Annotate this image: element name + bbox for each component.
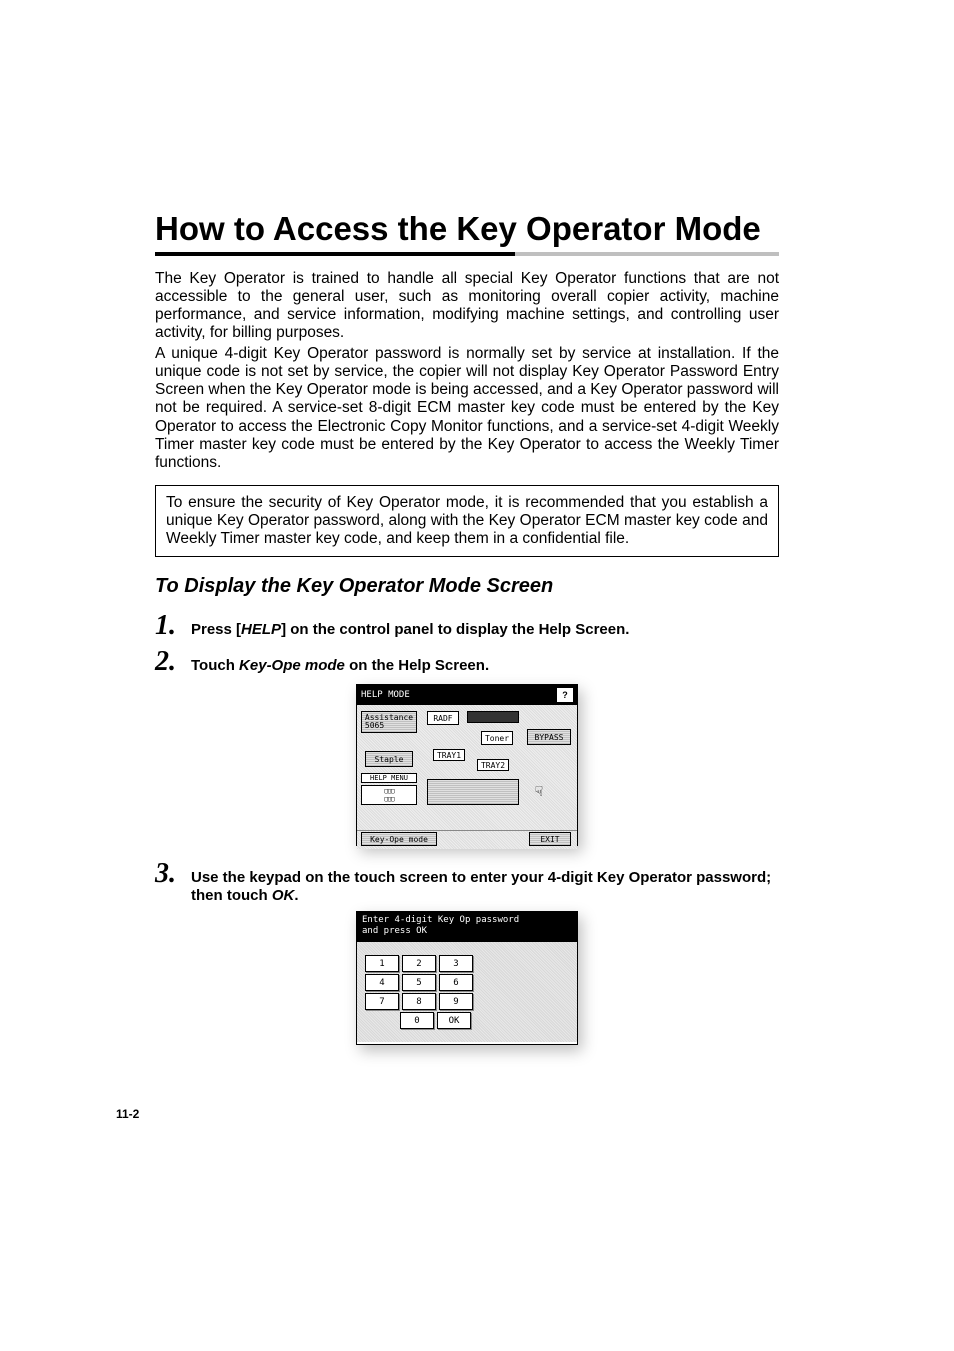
step-2: 2. Touch Key-Ope mode on the Help Screen… [155, 646, 779, 678]
help-mode-screenshot: HELP MODE ? Assistance 5065 RADF Toner B… [356, 684, 578, 846]
title-underline [155, 252, 779, 256]
step-1-text: Press [HELP] on the control panel to dis… [191, 621, 779, 639]
help-menu-icon[interactable]: ▢▢▢▢▢▢ [361, 785, 417, 805]
step-3-post: . [294, 887, 298, 904]
step-1-number: 1. [155, 610, 183, 642]
figure-help-mode-screen: HELP MODE ? Assistance 5065 RADF Toner B… [155, 684, 779, 846]
keypad-8[interactable]: 8 [402, 993, 436, 1010]
step-3-keyword: OK [272, 887, 295, 904]
copier-graphic-top [467, 711, 519, 723]
bypass-button[interactable]: BYPASS [527, 729, 571, 745]
keypad-2[interactable]: 2 [402, 955, 436, 972]
paragraph-intro-1: The Key Operator is trained to handle al… [155, 270, 779, 343]
keypad-5[interactable]: 5 [402, 974, 436, 991]
keypad-6[interactable]: 6 [439, 974, 473, 991]
keypad-7[interactable]: 7 [365, 993, 399, 1010]
radf-button[interactable]: RADF [427, 711, 459, 725]
step-2-text: Touch Key-Ope mode on the Help Screen. [191, 657, 779, 675]
question-icon: ? [557, 688, 573, 702]
step-3-number: 3. [155, 858, 183, 890]
keypad-0[interactable]: 0 [400, 1012, 434, 1029]
password-screen-header: Enter 4-digit Key Op password and press … [357, 912, 577, 942]
step-1-post: ] on the control panel to display the He… [281, 621, 629, 638]
help-mode-header: HELP MODE ? [357, 685, 577, 705]
hand-icon: ☟ [529, 781, 549, 803]
step-2-pre: Touch [191, 657, 239, 674]
security-note-text: To ensure the security of Key Operator m… [166, 494, 768, 549]
exit-button[interactable]: EXIT [529, 832, 571, 846]
paragraph-intro-2: A unique 4-digit Key Operator password i… [155, 345, 779, 473]
step-3-text: Use the keypad on the touch screen to en… [191, 869, 779, 905]
tray2-button[interactable]: TRAY2 [477, 759, 509, 771]
step-2-keyword: Key-Ope mode [239, 657, 345, 674]
help-menu-label: HELP MENU [361, 773, 417, 783]
keypad-icon: ▢▢▢▢▢▢ [384, 787, 394, 803]
step-2-post: on the Help Screen. [345, 657, 489, 674]
step-3: 3. Use the keypad on the touch screen to… [155, 858, 779, 905]
key-ope-mode-button[interactable]: Key-Ope mode [361, 832, 437, 846]
page-title: How to Access the Key Operator Mode [155, 210, 779, 248]
figure-password-screen: Enter 4-digit Key Op password and press … [155, 911, 779, 1045]
step-1: 1. Press [HELP] on the control panel to … [155, 610, 779, 642]
keypad-9[interactable]: 9 [439, 993, 473, 1010]
assistance-button[interactable]: Assistance 5065 [361, 711, 417, 733]
section-subtitle: To Display the Key Operator Mode Screen [155, 575, 779, 598]
copier-body-graphic [427, 779, 519, 805]
step-1-keyword: HELP [241, 621, 281, 638]
toner-button[interactable]: Toner [481, 731, 513, 745]
password-entry-screenshot: Enter 4-digit Key Op password and press … [356, 911, 578, 1045]
step-2-number: 2. [155, 646, 183, 678]
staple-button[interactable]: Staple [365, 751, 413, 767]
page-number: 11-2 [116, 1107, 139, 1121]
security-note-box: To ensure the security of Key Operator m… [155, 485, 779, 558]
help-mode-title: HELP MODE [361, 690, 410, 700]
keypad-ok[interactable]: OK [437, 1012, 471, 1029]
keypad-4[interactable]: 4 [365, 974, 399, 991]
keypad-1[interactable]: 1 [365, 955, 399, 972]
keypad-3[interactable]: 3 [439, 955, 473, 972]
step-1-pre: Press [ [191, 621, 241, 638]
keypad-area: 1 2 3 4 5 6 7 8 9 0 OK [357, 942, 577, 1042]
tray1-button[interactable]: TRAY1 [433, 749, 465, 761]
